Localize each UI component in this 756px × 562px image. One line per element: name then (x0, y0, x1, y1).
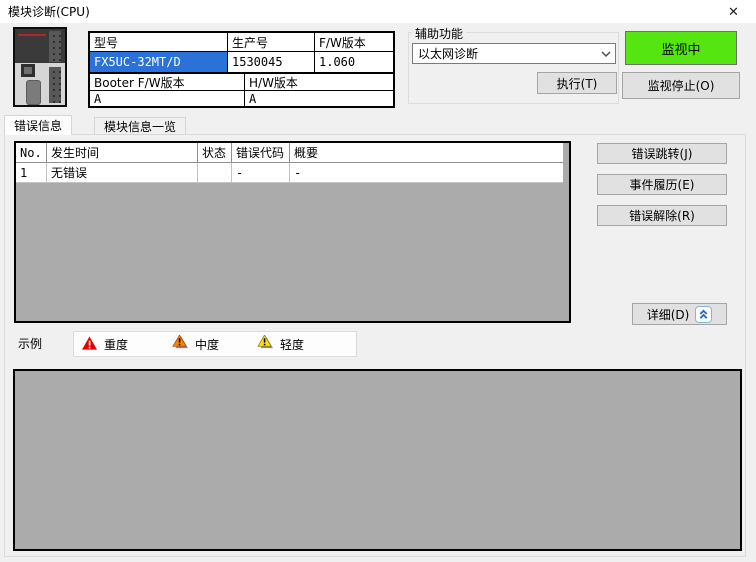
collapse-up-icon (695, 306, 712, 323)
legend-item-light: 轻度 (257, 335, 304, 353)
row-occurrence-time: 无错误 (47, 163, 198, 182)
col-occurrence-time: 发生时间 (47, 143, 198, 162)
serial-header: 生产号 (228, 33, 315, 51)
tab-module-info-list-label: 模块信息一览 (104, 118, 176, 135)
legend-item-medium: 中度 (172, 335, 219, 353)
severity-legend: 重度 中度 轻度 (73, 331, 357, 357)
close-icon: ✕ (728, 4, 739, 20)
hw-version-header: H/W版本 (245, 74, 393, 90)
module-port (21, 64, 35, 77)
legend-medium-label: 中度 (195, 336, 219, 353)
module-connector-bottom (49, 67, 61, 103)
col-no: No. (16, 143, 47, 162)
fw-version-header: F/W版本 (315, 33, 393, 51)
serial-value: 1530045 (228, 52, 315, 72)
detail-button[interactable]: 详细(D) (632, 303, 727, 325)
col-status: 状态 (198, 143, 232, 162)
module-terminal (26, 80, 41, 105)
row-no: 1 (16, 163, 47, 182)
module-connector-top (49, 31, 61, 62)
severe-error-icon (82, 336, 97, 353)
aux-functions-label: 辅助功能 (412, 25, 466, 42)
version-value-row: A A (90, 91, 393, 106)
aux-functions-group: 辅助功能 以太网诊断 执行(T) (408, 32, 619, 104)
col-error-code: 错误代码 (232, 143, 290, 162)
version-header-row: Booter F/W版本 H/W版本 (90, 74, 393, 91)
module-info-value-row: FX5UC-32MT/D 1530045 1.060 (90, 52, 393, 72)
error-clear-button[interactable]: 错误解除(R) (597, 205, 727, 226)
detail-button-label: 详细(D) (647, 306, 690, 323)
module-diagnostics-dialog: { "window": { "title": "模块诊断(CPU)" }, "i… (0, 0, 756, 562)
legend-light-label: 轻度 (280, 336, 304, 353)
tab-error-info[interactable]: 错误信息 (4, 115, 72, 135)
row-summary: - (290, 163, 563, 182)
chevron-down-icon (597, 51, 615, 57)
model-header: 型号 (90, 33, 228, 51)
aux-function-selected: 以太网诊断 (413, 45, 597, 62)
execute-button[interactable]: 执行(T) (537, 72, 617, 94)
col-summary: 概要 (290, 143, 563, 162)
row-status (198, 163, 232, 182)
legend-item-severe: 重度 (82, 336, 128, 353)
error-list-table[interactable]: No. 发生时间 状态 错误代码 概要 1 无错误 - - (14, 141, 571, 323)
booter-fw-header: Booter F/W版本 (90, 74, 245, 90)
fw-version-value: 1.060 (315, 52, 393, 72)
error-jump-button[interactable]: 错误跳转(J) (597, 143, 727, 164)
monitor-stop-button[interactable]: 监视停止(O) (622, 72, 740, 99)
close-button[interactable]: ✕ (711, 0, 756, 23)
table-row[interactable]: 1 无错误 - - (16, 163, 563, 183)
medium-error-icon (172, 335, 188, 353)
legend-label: 示例 (18, 335, 42, 352)
aux-function-dropdown[interactable]: 以太网诊断 (412, 43, 616, 64)
error-table-header: No. 发生时间 状态 错误代码 概要 (16, 143, 563, 163)
booter-fw-value: A (90, 91, 245, 106)
row-error-code: - (232, 163, 290, 182)
model-value-selected[interactable]: FX5UC-32MT/D (90, 52, 228, 72)
module-image (13, 27, 67, 107)
light-error-icon (257, 335, 273, 353)
tab-error-info-label: 错误信息 (14, 117, 62, 134)
module-info-table: 型号 生产号 F/W版本 FX5UC-32MT/D 1530045 1.060 … (88, 31, 395, 108)
tab-module-info-list[interactable]: 模块信息一览 (94, 117, 186, 135)
title-bar: 模块诊断(CPU) ✕ (0, 0, 756, 23)
window-title: 模块诊断(CPU) (0, 3, 90, 20)
detail-panel (13, 369, 742, 551)
module-red-stripe (18, 34, 46, 36)
event-history-button[interactable]: 事件履历(E) (597, 174, 727, 195)
hw-version-value: A (245, 91, 393, 106)
legend-severe-label: 重度 (104, 336, 128, 353)
monitoring-status-indicator: 监视中 (625, 31, 737, 65)
module-info-header-row: 型号 生产号 F/W版本 (90, 33, 393, 52)
